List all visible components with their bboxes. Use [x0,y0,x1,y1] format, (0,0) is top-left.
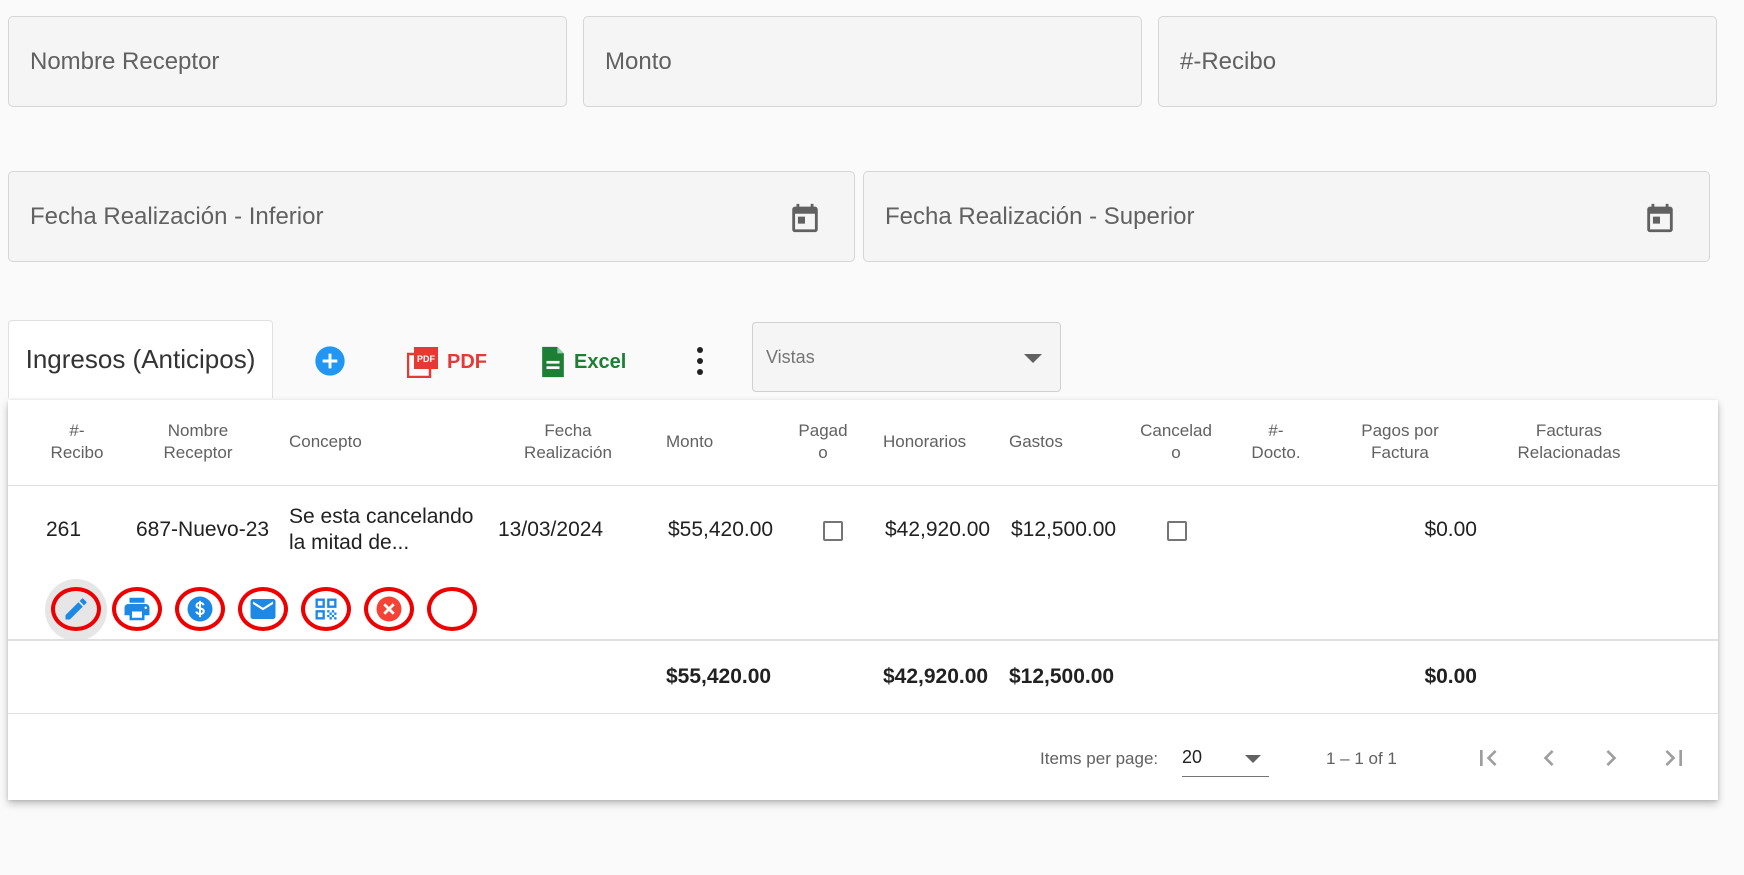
header-gastos[interactable]: Gastos [1009,431,1063,453]
divider [8,485,1718,486]
calendar-icon[interactable] [788,200,822,236]
monto-field[interactable] [583,16,1142,107]
cell-fecha: 13/03/2024 [498,518,604,541]
header-line: Realización [524,443,612,462]
monto-input[interactable] [603,46,1065,77]
concepto-line: la mitad de... [289,531,410,554]
header-line: Monto [666,432,714,451]
cell-pagos-factura: $0.00 [1424,518,1477,541]
header-line: Receptor [163,443,233,462]
header-pagos-factura[interactable]: Pagos por Factura [1361,420,1439,464]
select-underline [1182,776,1269,777]
tab-ingresos-anticipos[interactable]: Ingresos (Anticipos) [8,320,273,398]
header-docto[interactable]: #- Docto. [1251,420,1300,464]
fecha-inferior-input[interactable] [28,201,778,232]
header-line: Relacionadas [1517,443,1621,462]
header-line: Honorarios [883,432,967,451]
header-line: o [818,443,828,462]
header-line: #- [69,421,85,440]
divider [8,639,1718,641]
first-page-icon[interactable] [1472,742,1504,774]
recibo-input[interactable] [1178,46,1640,77]
total-pagos-factura: $0.00 [1424,665,1477,688]
pagado-checkbox[interactable] [823,521,843,541]
dollar-icon [187,596,213,622]
concepto-line: Se esta cancelando [289,505,474,528]
nombre-receptor-input[interactable] [28,46,490,77]
header-pagado[interactable]: Pagad o [798,420,847,464]
calendar-icon[interactable] [1643,200,1677,236]
more-vert-icon[interactable] [688,345,712,377]
excel-file-icon [542,346,564,378]
total-gastos: $12,500.00 [1009,665,1115,688]
vistas-select[interactable]: Vistas [752,322,1061,392]
cancel-icon [376,596,402,622]
header-line: Recibo [50,443,104,462]
fecha-superior-field[interactable] [863,171,1710,262]
cell-concepto: Se esta cancelando la mitad de... [289,504,473,556]
cell-honorarios: $42,920.00 [885,518,991,541]
qr-code-icon [315,598,337,620]
print-icon [124,597,150,621]
print-button[interactable] [112,587,162,631]
items-per-page-value: 20 [1182,747,1203,767]
header-line: Pagos por [1361,421,1439,440]
header-line: Nombre [167,421,229,440]
previous-page-icon[interactable] [1533,742,1565,774]
excel-label: Excel [574,350,627,373]
fecha-inferior-field[interactable] [8,171,855,262]
pdf-label: PDF [447,350,487,373]
page-range: 1 – 1 of 1 [1326,749,1397,768]
empty-action-button[interactable] [427,587,477,631]
next-page-icon[interactable] [1595,742,1627,774]
chevron-down-icon [1024,354,1042,363]
add-icon[interactable] [314,345,346,377]
tab-label: Ingresos (Anticipos) [25,344,256,374]
pdf-icon-badge: PDF [417,354,436,364]
edit-button[interactable] [51,587,101,631]
pdf-button[interactable]: PDF PDF [407,346,487,378]
header-honorarios[interactable]: Honorarios [883,431,966,453]
cancelado-checkbox[interactable] [1167,521,1187,541]
cell-monto: $55,420.00 [668,518,774,541]
recibo-field[interactable] [1158,16,1717,107]
cell-recibo: 261 [46,518,82,541]
cell-gastos: $12,500.00 [1011,518,1117,541]
last-page-icon[interactable] [1658,742,1690,774]
cell-nombre-receptor: 687-Nuevo-23 [136,518,270,541]
cancel-button[interactable] [364,587,414,631]
payment-button[interactable] [175,587,225,631]
divider [8,713,1718,714]
edit-icon [65,598,87,620]
nombre-receptor-field[interactable] [8,16,567,107]
header-fecha[interactable]: Fecha Realización [524,420,612,464]
vistas-label: Vistas [766,347,815,367]
header-facturas-relacionadas[interactable]: Facturas Relacionadas [1517,420,1620,464]
header-line: Cancelad [1140,421,1212,440]
header-line: o [1171,443,1181,462]
header-monto[interactable]: Monto [666,431,713,453]
header-line: Gastos [1009,432,1063,451]
header-cancelado[interactable]: Cancelad o [1140,420,1212,464]
items-per-page-label: Items per page: [1040,749,1159,768]
header-nombre-receptor[interactable]: Nombre Receptor [164,420,233,464]
chevron-down-icon [1245,755,1261,763]
header-line: #- [1268,421,1284,440]
qr-code-button[interactable] [301,587,351,631]
header-line: Fecha [544,421,592,440]
header-line: Concepto [289,432,362,451]
header-line: Factura [1371,443,1429,462]
header-concepto[interactable]: Concepto [289,431,362,453]
email-icon [250,599,276,619]
email-button[interactable] [238,587,288,631]
header-line: Facturas [1535,421,1603,440]
header-recibo[interactable]: #- Recibo [51,420,104,464]
header-line: Pagad [798,421,848,440]
header-line: Docto. [1251,443,1301,462]
pdf-icon: PDF [407,347,438,378]
fecha-superior-input[interactable] [883,201,1633,232]
excel-button[interactable]: Excel [540,345,626,379]
total-honorarios: $42,920.00 [883,665,989,688]
total-monto: $55,420.00 [666,665,772,688]
